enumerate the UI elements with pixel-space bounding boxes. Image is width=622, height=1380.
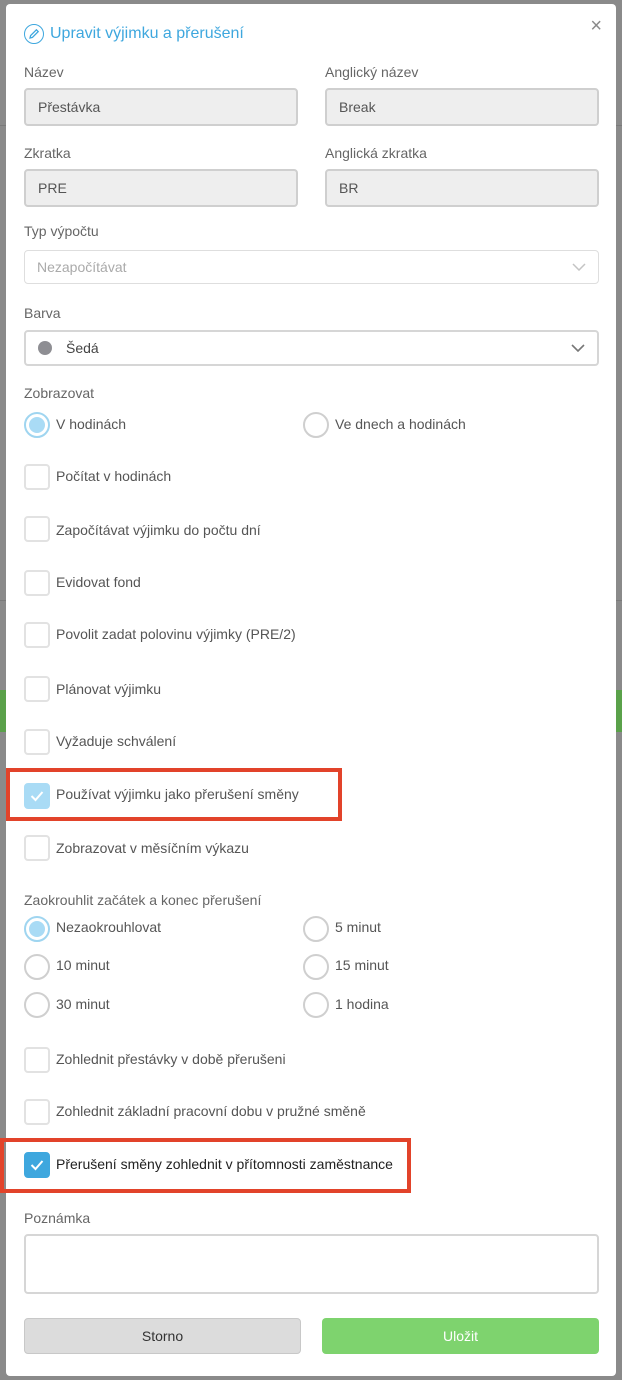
name-label: Název xyxy=(24,64,64,80)
radio-days-and-hours-label: Ve dnech a hodinách xyxy=(335,416,466,432)
radio-label: 1 hodina xyxy=(335,996,389,1012)
note-textarea[interactable] xyxy=(24,1234,599,1294)
color-selected: Šedá xyxy=(38,340,99,356)
checkbox-label: Evidovat fond xyxy=(56,574,141,590)
abbreviation-field[interactable]: PRE xyxy=(24,169,298,207)
checkbox-consider-in-attendance[interactable] xyxy=(24,1152,50,1178)
calculation-type-label: Typ výpočtu xyxy=(24,223,99,239)
cancel-button[interactable]: Storno xyxy=(24,1318,301,1354)
save-button[interactable]: Uložit xyxy=(322,1318,599,1354)
checkbox-record-fund[interactable] xyxy=(24,570,50,596)
checkbox-label: Přerušení směny zohlednit v přítomnosti … xyxy=(56,1156,393,1172)
radio-1-hour[interactable] xyxy=(303,992,329,1018)
english-abbreviation-field[interactable]: BR xyxy=(325,169,599,207)
radio-in-hours[interactable] xyxy=(24,412,50,438)
name-field[interactable]: Přestávka xyxy=(24,88,298,126)
checkmark-icon xyxy=(30,1160,44,1171)
radio-10-minutes[interactable] xyxy=(24,954,50,980)
radio-label: 5 minut xyxy=(335,919,381,935)
dialog-title: Upravit výjimku a přerušení xyxy=(50,25,244,42)
color-label: Barva xyxy=(24,305,61,321)
checkbox-label: Zohlednit přestávky v době přerušeni xyxy=(56,1051,286,1067)
checkmark-icon xyxy=(30,791,44,802)
checkbox-show-monthly-report[interactable] xyxy=(24,835,50,861)
abbreviation-label: Zkratka xyxy=(24,145,71,161)
radio-in-hours-label: V hodinách xyxy=(56,416,127,432)
checkbox-label: Počítat v hodinách xyxy=(56,468,172,484)
radio-30-minutes[interactable] xyxy=(24,992,50,1018)
checkbox-label: Zohlednit základní pracovní dobu v pružn… xyxy=(56,1103,366,1119)
english-name-label: Anglický název xyxy=(325,64,419,80)
checkbox-label: Vyžaduje schválení xyxy=(56,733,177,749)
checkbox-allow-half[interactable] xyxy=(24,622,50,648)
edit-exception-dialog: Upravit výjimku a přerušení × Název Přes… xyxy=(0,4,616,1376)
radio-label: 10 minut xyxy=(56,957,110,973)
close-icon[interactable]: × xyxy=(590,16,602,36)
radio-label: 15 minut xyxy=(335,957,389,973)
checkbox-label: Povolit zadat polovinu výjimky (PRE/2) xyxy=(56,626,296,642)
radio-15-minutes[interactable] xyxy=(303,954,329,980)
checkbox-consider-core-time[interactable] xyxy=(24,1099,50,1125)
pencil-icon xyxy=(24,24,44,44)
checkbox-label: Používat výjimku jako přerušení směny xyxy=(56,786,299,802)
chevron-down-icon xyxy=(571,344,585,352)
checkbox-count-into-days[interactable] xyxy=(24,516,50,542)
checkbox-requires-approval[interactable] xyxy=(24,729,50,755)
radio-5-minutes[interactable] xyxy=(303,916,329,942)
radio-days-and-hours[interactable] xyxy=(303,412,329,438)
checkbox-consider-breaks[interactable] xyxy=(24,1047,50,1073)
chevron-down-icon xyxy=(572,263,586,271)
calculation-type-value: Nezapočítávat xyxy=(37,259,127,275)
color-select[interactable]: Šedá xyxy=(24,330,599,366)
radio-no-rounding[interactable] xyxy=(24,916,50,942)
english-name-field[interactable]: Break xyxy=(325,88,599,126)
radio-label: Nezaokrouhlovat xyxy=(56,919,162,935)
color-swatch xyxy=(38,341,52,355)
checkbox-label: Zobrazovat v měsíčním výkazu xyxy=(56,840,249,856)
display-label: Zobrazovat xyxy=(24,385,95,401)
note-label: Poznámka xyxy=(24,1210,91,1226)
checkbox-count-in-hours[interactable] xyxy=(24,464,50,490)
color-value: Šedá xyxy=(66,340,99,356)
checkbox-use-as-shift-break[interactable] xyxy=(24,783,50,809)
radio-label: 30 minut xyxy=(56,996,110,1012)
english-abbreviation-label: Anglická zkratka xyxy=(325,145,427,161)
calculation-type-select[interactable]: Nezapočítávat xyxy=(24,250,599,284)
checkbox-label: Plánovat výjimku xyxy=(56,681,162,697)
checkbox-plan-exception[interactable] xyxy=(24,676,50,702)
checkbox-label: Započítávat výjimku do počtu dní xyxy=(56,522,261,538)
rounding-label: Zaokrouhlit začátek a konec přerušení xyxy=(24,892,262,908)
dialog-header: Upravit výjimku a přerušení xyxy=(24,24,244,44)
